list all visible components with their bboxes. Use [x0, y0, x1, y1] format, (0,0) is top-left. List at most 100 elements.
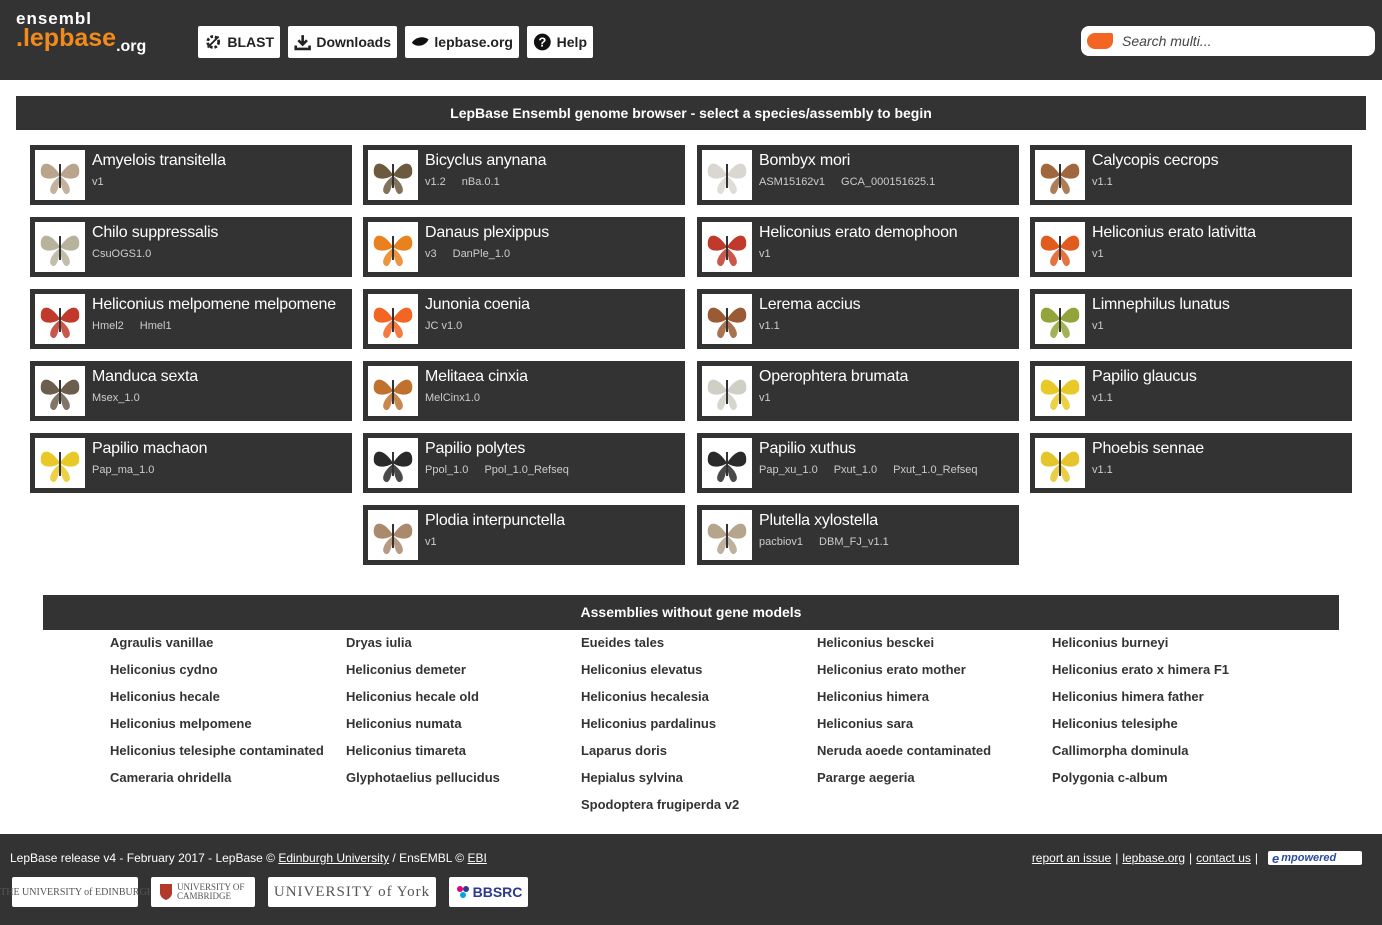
species-card[interactable]: Plutella xylostella pacbiov1 DBM_FJ_v1.1: [697, 505, 1019, 565]
species-card[interactable]: Heliconius erato lativitta v1: [1030, 217, 1352, 277]
assembly-list-item[interactable]: Heliconius telesiphe: [1052, 717, 1288, 744]
assembly-link[interactable]: v1.1: [759, 320, 780, 332]
downloads-button[interactable]: Downloads: [288, 26, 397, 58]
species-thumbnail[interactable]: [702, 222, 752, 272]
assembly-link[interactable]: JC v1.0: [425, 320, 462, 332]
species-card[interactable]: Manduca sexta Msex_1.0: [30, 361, 352, 421]
assembly-list-item[interactable]: Heliconius demeter: [346, 663, 582, 690]
assembly-list-item[interactable]: Heliconius hecale: [110, 690, 346, 717]
help-button[interactable]: ? Help: [527, 26, 593, 58]
assembly-link[interactable]: CsuOGS1.0: [92, 248, 151, 260]
species-thumbnail[interactable]: [1035, 438, 1085, 488]
species-thumbnail[interactable]: [1035, 222, 1085, 272]
species-thumbnail[interactable]: [1035, 366, 1085, 416]
assembly-list-item[interactable]: Heliconius besckei: [817, 636, 1053, 663]
assembly-link[interactable]: nBa.0.1: [462, 176, 500, 188]
assembly-list-item[interactable]: Heliconius himera: [817, 690, 1053, 717]
assembly-list-item[interactable]: Polygonia c-album: [1052, 771, 1288, 798]
assembly-list-item[interactable]: Spodoptera frugiperda v2: [581, 798, 817, 825]
lepbase-org-button[interactable]: lepbase.org: [405, 26, 519, 58]
species-thumbnail[interactable]: [35, 366, 85, 416]
assembly-list-item[interactable]: Heliconius elevatus: [581, 663, 817, 690]
assembly-list-item[interactable]: Heliconius sara: [817, 717, 1053, 744]
assembly-link[interactable]: v1: [1092, 248, 1104, 260]
cambridge-logo[interactable]: UNIVERSITY OF CAMBRIDGE: [151, 877, 255, 907]
species-name[interactable]: Operophtera brumata: [759, 368, 908, 386]
assembly-link[interactable]: Hmel1: [140, 320, 172, 332]
assembly-list-item[interactable]: Laparus doris: [581, 744, 817, 771]
species-name[interactable]: Plutella xylostella: [759, 512, 878, 530]
assembly-link[interactable]: Pap_xu_1.0: [759, 464, 818, 476]
species-thumbnail[interactable]: [702, 366, 752, 416]
assembly-link[interactable]: v1.2: [425, 176, 446, 188]
species-card[interactable]: Melitaea cinxia MelCinx1.0: [363, 361, 685, 421]
assembly-link[interactable]: v1: [759, 248, 771, 260]
assembly-link[interactable]: v1.1: [1092, 176, 1113, 188]
species-name[interactable]: Calycopis cecrops: [1092, 152, 1219, 170]
species-thumbnail[interactable]: [702, 150, 752, 200]
assembly-list-item[interactable]: Neruda aoede contaminated: [817, 744, 1053, 771]
species-thumbnail[interactable]: [702, 438, 752, 488]
assembly-link[interactable]: v1: [92, 176, 104, 188]
species-card[interactable]: Operophtera brumata v1: [697, 361, 1019, 421]
species-name[interactable]: Junonia coenia: [425, 296, 530, 314]
species-card[interactable]: Lerema accius v1.1: [697, 289, 1019, 349]
species-name[interactable]: Phoebis sennae: [1092, 440, 1204, 458]
species-thumbnail[interactable]: [35, 222, 85, 272]
assembly-link[interactable]: Pxut_1.0: [834, 464, 877, 476]
species-thumbnail[interactable]: [35, 294, 85, 344]
species-name[interactable]: Heliconius erato demophoon: [759, 224, 958, 242]
assembly-list-item[interactable]: Pararge aegeria: [817, 771, 1053, 798]
assembly-list-item[interactable]: Hepialus sylvina: [581, 771, 817, 798]
species-name[interactable]: Chilo suppressalis: [92, 224, 218, 242]
assembly-link[interactable]: DBM_FJ_v1.1: [819, 536, 889, 548]
assembly-link[interactable]: v1: [1092, 320, 1104, 332]
assembly-list-item[interactable]: Heliconius erato x himera F1: [1052, 663, 1288, 690]
species-card[interactable]: Junonia coenia JC v1.0: [363, 289, 685, 349]
blast-button[interactable]: BLAST: [198, 26, 280, 58]
species-name[interactable]: Papilio polytes: [425, 440, 525, 458]
york-logo[interactable]: UNIVERSITY of York: [268, 877, 436, 907]
species-thumbnail[interactable]: [368, 222, 418, 272]
assembly-link[interactable]: v1: [759, 392, 771, 404]
assembly-list-item[interactable]: Agraulis vanillae: [110, 636, 346, 663]
assembly-list-item[interactable]: Heliconius melpomene: [110, 717, 346, 744]
empowered-logo[interactable]: e mpowered: [1268, 851, 1362, 866]
species-selector-icon[interactable]: [1087, 33, 1113, 49]
species-thumbnail[interactable]: [702, 294, 752, 344]
species-card[interactable]: Calycopis cecrops v1.1: [1030, 145, 1352, 205]
assembly-link[interactable]: MelCinx1.0: [425, 392, 480, 404]
assembly-link[interactable]: v1: [425, 536, 437, 548]
species-card[interactable]: Papilio xuthus Pap_xu_1.0 Pxut_1.0 Pxut_1.0…: [697, 433, 1019, 493]
species-thumbnail[interactable]: [1035, 150, 1085, 200]
species-card[interactable]: Chilo suppressalis CsuOGS1.0: [30, 217, 352, 277]
species-thumbnail[interactable]: [368, 366, 418, 416]
assembly-list-item[interactable]: Heliconius cydno: [110, 663, 346, 690]
assembly-list-item[interactable]: Dryas iulia: [346, 636, 582, 663]
species-name[interactable]: Limnephilus lunatus: [1092, 296, 1230, 314]
species-name[interactable]: Lerema accius: [759, 296, 861, 314]
species-card[interactable]: Amyelois transitella v1: [30, 145, 352, 205]
assembly-link[interactable]: DanPle_1.0: [453, 248, 511, 260]
species-thumbnail[interactable]: [35, 438, 85, 488]
assembly-list-item[interactable]: Heliconius hecale old: [346, 690, 582, 717]
lepbase-org-link[interactable]: lepbase.org: [1122, 851, 1185, 865]
species-card[interactable]: Phoebis sennae v1.1: [1030, 433, 1352, 493]
assembly-list-item[interactable]: Eueides tales: [581, 636, 817, 663]
edinburgh-university-link[interactable]: Edinburgh University: [278, 851, 389, 865]
assembly-link[interactable]: Msex_1.0: [92, 392, 140, 404]
species-thumbnail[interactable]: [368, 438, 418, 488]
contact-us-link[interactable]: contact us: [1196, 851, 1251, 865]
species-thumbnail[interactable]: [1035, 294, 1085, 344]
species-thumbnail[interactable]: [35, 150, 85, 200]
ebi-link[interactable]: EBI: [467, 851, 486, 865]
assembly-list-item[interactable]: Heliconius telesiphe contaminated: [110, 744, 346, 771]
species-card[interactable]: Danaus plexippus v3 DanPle_1.0: [363, 217, 685, 277]
assembly-list-item[interactable]: Heliconius himera father: [1052, 690, 1288, 717]
assembly-list-item[interactable]: Heliconius pardalinus: [581, 717, 817, 744]
species-name[interactable]: Papilio xuthus: [759, 440, 856, 458]
assembly-link[interactable]: v1.1: [1092, 392, 1113, 404]
species-thumbnail[interactable]: [368, 294, 418, 344]
assembly-list-item[interactable]: Callimorpha dominula: [1052, 744, 1288, 771]
assembly-list-item[interactable]: Cameraria ohridella: [110, 771, 346, 798]
